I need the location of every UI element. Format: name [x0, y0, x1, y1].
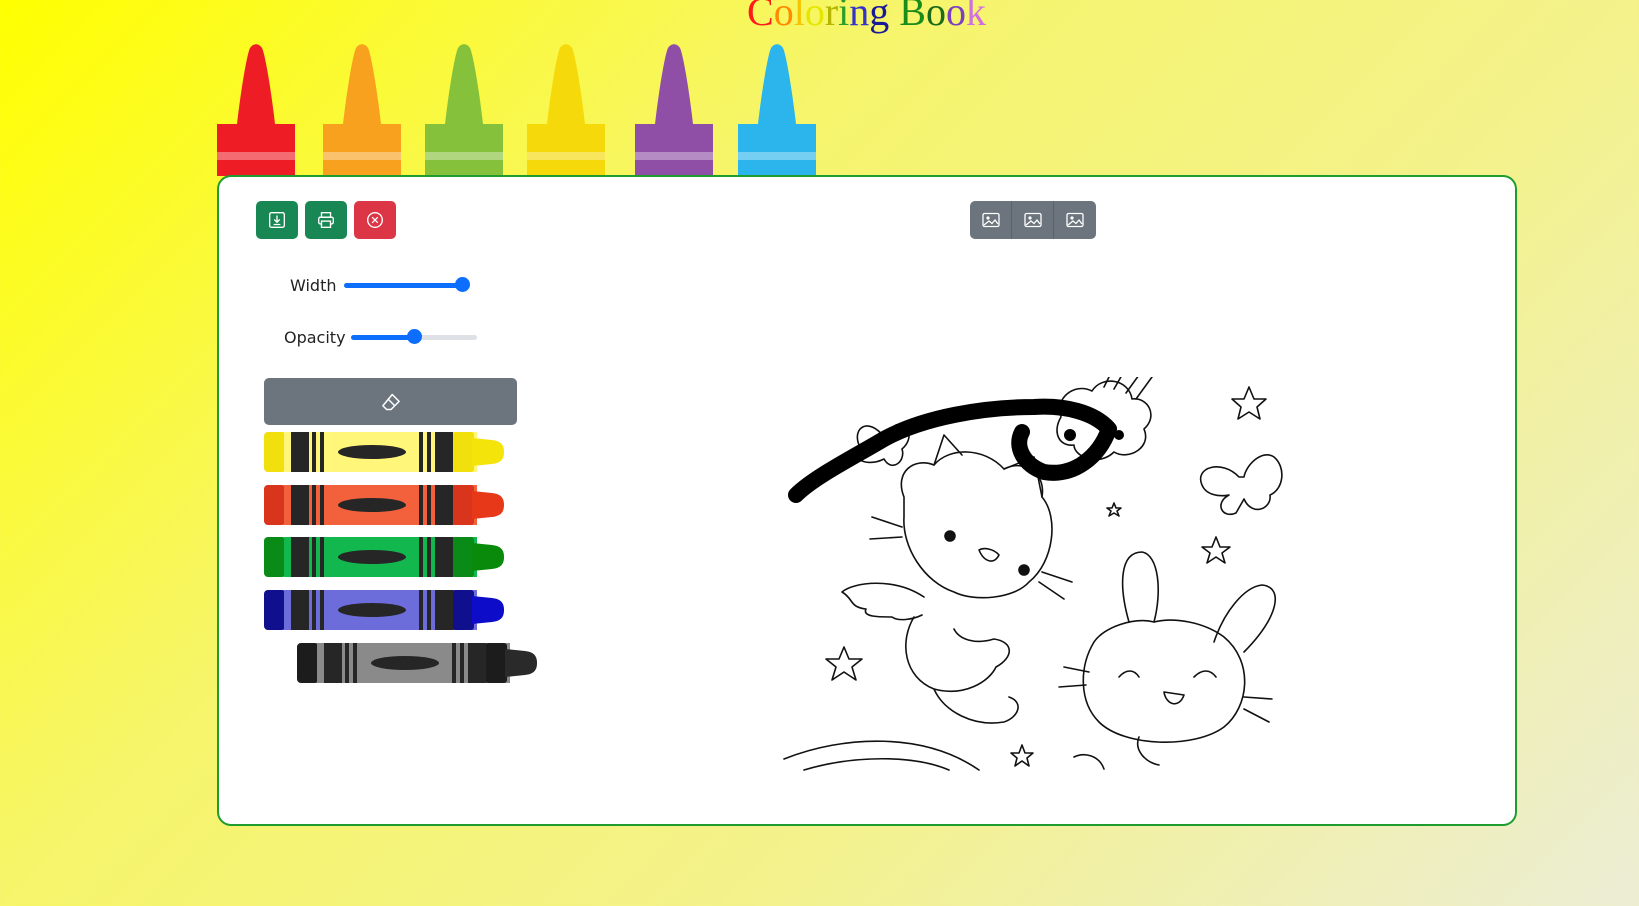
star-drawing	[1106, 502, 1122, 517]
bunny-ear	[1213, 584, 1276, 653]
title-letter: o	[804, 0, 825, 34]
width-slider[interactable]	[344, 277, 470, 293]
title-letter: g	[869, 0, 890, 34]
eraser-button[interactable]	[264, 378, 517, 425]
title-letter: k	[965, 0, 986, 34]
image-icon	[1066, 212, 1084, 228]
top-crayon-red	[217, 44, 295, 176]
rainbow-drawing	[803, 758, 950, 771]
star-drawing	[1201, 536, 1231, 564]
image-icon	[1023, 212, 1042, 228]
title-letter: l	[793, 0, 805, 34]
title-letter: n	[849, 0, 870, 34]
image-picker	[970, 201, 1096, 239]
star-drawing	[825, 646, 863, 681]
star-drawing	[1231, 386, 1267, 420]
eraser-icon	[381, 393, 400, 410]
title-letter: o	[925, 0, 946, 34]
download-button[interactable]	[256, 201, 298, 239]
clear-button[interactable]	[354, 201, 396, 239]
bunny-whiskers	[1058, 666, 1273, 723]
cat-wing	[841, 582, 925, 621]
top-crayon-purple	[635, 44, 713, 176]
opacity-slider[interactable]	[351, 329, 477, 345]
title-letter: B	[899, 0, 926, 34]
top-crayon-orange	[323, 44, 401, 176]
cat-mouth	[978, 547, 1000, 562]
image-select-button-1[interactable]	[970, 201, 1012, 239]
crayon-yellow[interactable]	[264, 430, 519, 474]
print-button[interactable]	[305, 201, 347, 239]
coloring-canvas[interactable]	[774, 377, 1334, 772]
bunny-drawing	[1082, 619, 1246, 743]
crayon-blue[interactable]	[264, 588, 519, 632]
width-slider-thumb[interactable]	[455, 277, 470, 292]
title-letter: o	[945, 0, 966, 34]
coloring-panel: Width Opacity	[217, 175, 1517, 826]
top-crayon-yellow	[527, 44, 605, 176]
bunny-ear	[1121, 551, 1159, 623]
opacity-label: Opacity	[284, 328, 346, 347]
crayon-orange-red[interactable]	[264, 483, 519, 527]
cat-tail	[933, 688, 1019, 724]
star-drawing	[1010, 744, 1034, 767]
title-letter: i	[838, 0, 850, 34]
opacity-slider-thumb[interactable]	[406, 329, 422, 344]
title-letter	[889, 0, 899, 32]
user-brush-stroke	[788, 398, 1117, 503]
crayon-green[interactable]	[264, 535, 519, 579]
cat-legs	[905, 616, 1011, 692]
image-select-button-3[interactable]	[1054, 201, 1096, 239]
x-circle-icon	[367, 212, 383, 228]
title-letter: C	[747, 0, 774, 34]
bunny-face	[1118, 670, 1217, 705]
image-icon	[981, 212, 1000, 228]
rainbow-drawing	[783, 740, 980, 771]
title-letter: o	[773, 0, 794, 34]
cat-drawing	[900, 451, 1053, 599]
printer-icon	[318, 212, 334, 228]
width-label: Width	[290, 276, 337, 295]
download-icon	[269, 212, 285, 228]
top-crayon-green	[425, 44, 503, 176]
rainbow-rays	[1103, 377, 1153, 400]
crayon-black[interactable]	[297, 641, 552, 685]
title-letter: r	[824, 0, 839, 34]
top-crayon-blue	[738, 44, 816, 176]
butterfly-drawing	[1199, 454, 1283, 516]
page-title: Coloring Book	[0, 0, 1639, 32]
image-select-button-2[interactable]	[1012, 201, 1054, 239]
